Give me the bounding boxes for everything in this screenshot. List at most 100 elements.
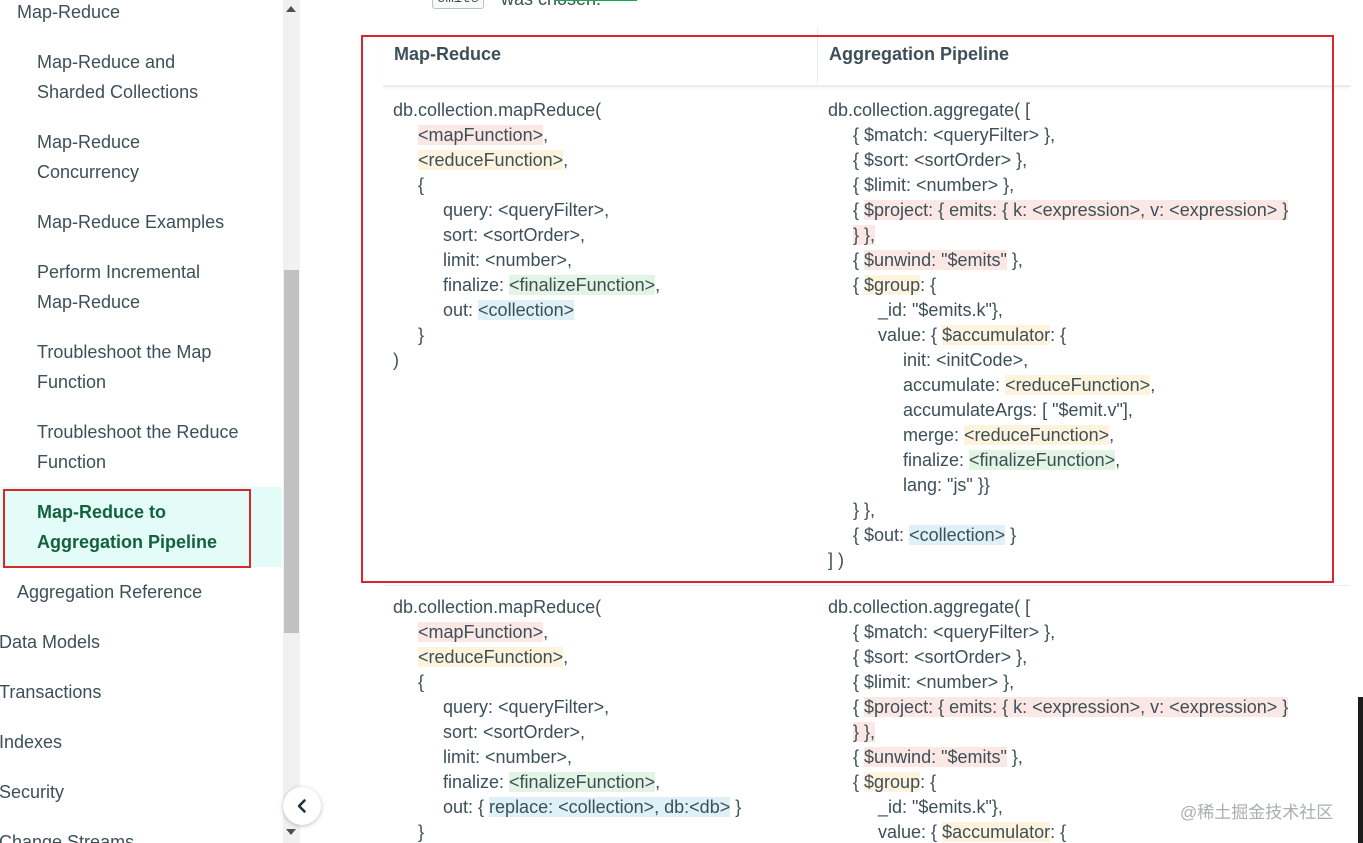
sidebar-item[interactable]: Indexes <box>0 727 62 757</box>
sidebar-nav: Map-Reduce Map-Reduce and Sharded Collecti… <box>0 0 300 843</box>
sidebar-item-label: Function <box>37 452 107 472</box>
code-line: db.collection.mapReduce( <box>393 595 741 620</box>
sidebar-scroll-thumb[interactable] <box>284 270 299 633</box>
scroll-up-arrow-icon[interactable] <box>286 6 296 12</box>
code-text: { <box>828 697 865 717</box>
sidebar-item[interactable]: Security <box>0 777 64 807</box>
code-text: , <box>543 622 549 642</box>
code-line: db.collection.aggregate( [ <box>828 595 1288 620</box>
code-highlight: $project: { emits: { k: <expression>, v:… <box>864 697 1289 717</box>
code-highlight: replace: <collection>, db:<db> <box>489 797 731 817</box>
sidebar-item[interactable]: Data Models <box>0 627 100 657</box>
map-reduce-code-block-2: db.collection.mapReduce( <mapFunction>, … <box>393 595 741 843</box>
code-text: { $sort: <sortOrder> }, <box>828 647 1028 667</box>
sidebar-item-label: Aggregation Reference <box>17 582 203 602</box>
code-line: { $sort: <sortOrder> }, <box>828 645 1288 670</box>
code-text: db.collection.aggregate( [ <box>828 597 1031 617</box>
sidebar-item[interactable]: Transactions <box>0 677 101 707</box>
code-line: finalize: <finalizeFunction>, <box>393 770 741 795</box>
code-text: { $limit: <number> }, <box>828 672 1015 692</box>
code-highlight: <reduceFunction> <box>418 647 564 667</box>
code-line: { $unwind: "$emits" }, <box>828 745 1288 770</box>
sidebar-item-label: Map-Reduce <box>17 2 121 22</box>
code-text: query: <queryFilter>, <box>393 697 610 717</box>
sidebar-item-label: Security <box>0 782 65 802</box>
code-text: { $match: <queryFilter> }, <box>828 622 1056 642</box>
sidebar-item[interactable]: Map-Reduce <box>17 0 120 27</box>
code-line: out: { replace: <collection>, db:<db> } <box>393 795 741 820</box>
scroll-down-arrow-icon[interactable] <box>286 829 296 835</box>
code-text: { <box>828 747 865 767</box>
sidebar-item-label: Data Models <box>0 632 101 652</box>
code-line: sort: <sortOrder>, <box>393 720 741 745</box>
code-highlight: } }, <box>853 722 876 742</box>
sidebar-item-label: Map-Reduce Examples <box>37 212 225 232</box>
code-text: , <box>563 647 569 667</box>
sidebar-item[interactable]: Aggregation Reference <box>17 577 202 607</box>
code-text: }, <box>1006 747 1023 767</box>
sidebar-item[interactable]: Troubleshoot the Reduce Function <box>37 417 238 477</box>
sidebar-item-label: Function <box>37 372 107 392</box>
chevron-left-icon <box>297 799 306 813</box>
code-text: finalize: <box>393 772 510 792</box>
code-text: db.collection.mapReduce( <box>393 597 602 617</box>
sidebar-item[interactable]: Perform Incremental Map-Reduce <box>37 257 200 317</box>
sidebar-item-label: Sharded Collections <box>37 82 199 102</box>
watermark: @稀土掘金技术社区 <box>1180 803 1334 822</box>
inline-code: emits <box>432 0 485 9</box>
sidebar-item-label: Map-Reduce <box>37 132 141 152</box>
code-text: } <box>730 797 742 817</box>
sidebar-item-label: Troubleshoot the Map <box>37 342 212 362</box>
annotation-highlight-box-table <box>361 35 1334 583</box>
code-text: sort: <sortOrder>, <box>393 722 586 742</box>
code-text: out: { <box>393 797 490 817</box>
sidebar-item-label: Change Streams <box>0 832 135 843</box>
code-highlight: $group <box>864 772 921 792</box>
code-text: value: { <box>828 822 943 842</box>
sidebar-item-label: Perform Incremental <box>37 262 201 282</box>
code-line: { $project: { emits: { k: <expression>, … <box>828 695 1289 720</box>
code-text: , <box>655 772 661 792</box>
window-edge <box>1358 697 1363 843</box>
code-text: } <box>393 822 425 842</box>
annotation-highlight-box <box>3 489 251 568</box>
code-line: query: <queryFilter>, <box>393 695 741 720</box>
code-line: <reduceFunction>, <box>393 645 741 670</box>
body-text: was chosen. <box>501 0 601 10</box>
sidebar-item-label: Transactions <box>0 682 102 702</box>
collapse-sidebar-button[interactable] <box>283 787 321 825</box>
sidebar-item-label: Concurrency <box>37 162 140 182</box>
code-text: : { <box>1050 822 1067 842</box>
code-highlight: <mapFunction> <box>418 622 544 642</box>
code-line: { $group: { <box>828 770 1288 795</box>
code-highlight: $unwind: "$emits" <box>864 747 1007 767</box>
sidebar-item-label: Troubleshoot the Reduce <box>37 422 239 442</box>
sidebar-item-label: Map-Reduce <box>37 292 141 312</box>
sidebar-item[interactable]: Map-Reduce Concurrency <box>37 127 140 187</box>
code-line: <mapFunction>, <box>393 620 741 645</box>
code-text: { <box>828 772 865 792</box>
code-text: limit: <number>, <box>393 747 573 767</box>
code-text: { <box>393 672 425 692</box>
code-text: _id: "$emits.k"}, <box>828 797 1003 817</box>
code-line: { <box>393 670 741 695</box>
code-highlight: $accumulator <box>942 822 1051 842</box>
sidebar-item[interactable]: Map-Reduce and Sharded Collections <box>37 47 198 107</box>
code-line: } <box>393 820 741 843</box>
code-line: { $match: <queryFilter> }, <box>828 620 1288 645</box>
code-line: value: { $accumulator: { <box>828 820 1288 843</box>
code-highlight: <finalizeFunction> <box>509 772 656 792</box>
sidebar-item-label: Map-Reduce and <box>37 52 176 72</box>
code-text: : { <box>920 772 937 792</box>
sidebar-item[interactable]: Troubleshoot the Map Function <box>37 337 211 397</box>
sidebar-item[interactable]: Map-Reduce Examples <box>37 207 224 237</box>
code-line: } }, <box>828 720 1288 745</box>
sidebar-item-label: Indexes <box>0 732 63 752</box>
code-line: { $limit: <number> }, <box>828 670 1288 695</box>
sidebar-item[interactable]: Change Streams <box>0 827 134 843</box>
row-divider <box>383 585 1350 586</box>
code-line: limit: <number>, <box>393 745 741 770</box>
